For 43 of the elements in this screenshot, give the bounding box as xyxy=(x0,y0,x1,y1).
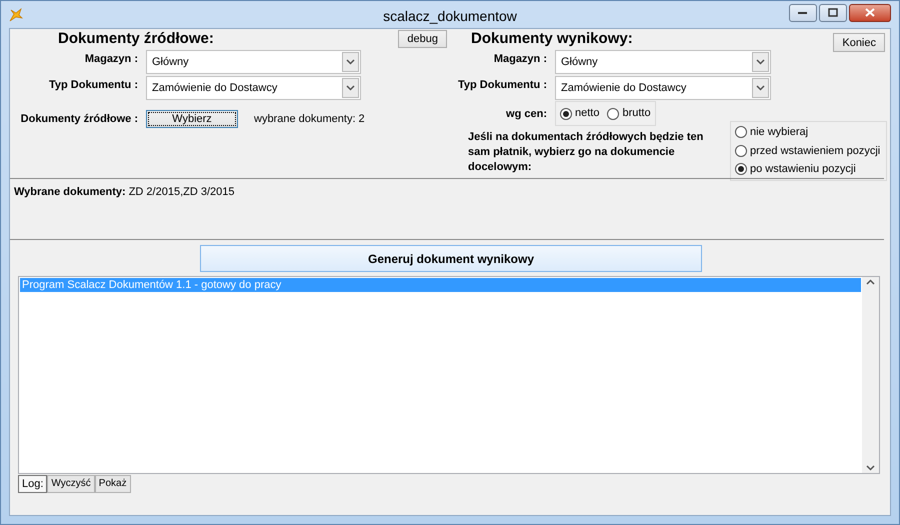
field-label: Dokumenty źródłowe : xyxy=(20,112,138,127)
radio-button[interactable] xyxy=(607,108,620,120)
dropdown[interactable]: Zamówienie do Dostawcy xyxy=(146,76,361,100)
debug-button[interactable]: debug xyxy=(398,30,447,48)
choose-button[interactable]: Wybierz xyxy=(146,110,238,128)
scroll-up-icon[interactable] xyxy=(866,279,875,285)
field-label: Typ Dokumentu : xyxy=(456,78,547,93)
log-tab[interactable]: Log: xyxy=(18,475,48,493)
radio-button[interactable] xyxy=(735,163,747,176)
log-tab[interactable]: Wyczyść xyxy=(47,475,95,493)
dropdown[interactable]: Główny xyxy=(146,50,361,74)
selected-count: wybrane dokumenty: 2 xyxy=(254,112,365,127)
scroll-down-icon[interactable] xyxy=(866,465,875,471)
window-title: scalacz_dokumentow xyxy=(383,7,517,26)
dropdown[interactable]: Główny xyxy=(555,50,771,74)
maximize-icon xyxy=(828,8,838,17)
selected-documents-text: Wybrane dokumenty: ZD 2/2015,ZD 3/2015 xyxy=(14,186,234,198)
exit-button[interactable]: Koniec xyxy=(833,33,885,52)
radio-button[interactable] xyxy=(560,108,572,120)
radio-label: przed wstawieniem pozycji xyxy=(750,144,880,158)
app-icon xyxy=(9,8,23,22)
generate-button[interactable]: Generuj dokument wynikowy xyxy=(200,245,702,272)
field-label: Magazyn : xyxy=(84,52,138,67)
field-label: Typ Dokumentu : xyxy=(48,78,138,93)
close-button[interactable] xyxy=(849,4,891,22)
radio-button[interactable] xyxy=(735,126,747,138)
radio-label: nie wybieraj xyxy=(750,125,808,140)
payer-description: Jeśli na dokumentach źródłowych będzie ten sam płatnik, wybierz go na dokumencie docelowym: xyxy=(468,130,704,175)
radio-label: po wstawieniu pozycji xyxy=(750,162,856,177)
radio-label: brutto xyxy=(622,106,651,122)
close-icon xyxy=(865,8,875,17)
scrollbar[interactable] xyxy=(862,277,879,473)
field-label: Magazyn : xyxy=(492,52,547,67)
minimize-button[interactable] xyxy=(789,4,817,22)
radio-label: netto xyxy=(575,106,600,122)
section-heading: Dokumenty wynikowy: xyxy=(471,30,633,48)
field-label: wg cen: xyxy=(505,107,547,122)
minimize-icon xyxy=(798,10,808,14)
log-tab[interactable]: Pokaż xyxy=(94,475,131,493)
section-heading: Dokumenty źródłowe: xyxy=(58,30,214,48)
maximize-button[interactable] xyxy=(819,4,847,22)
dropdown[interactable]: Zamówienie do Dostawcy xyxy=(555,76,771,100)
radio-button[interactable] xyxy=(735,144,747,157)
